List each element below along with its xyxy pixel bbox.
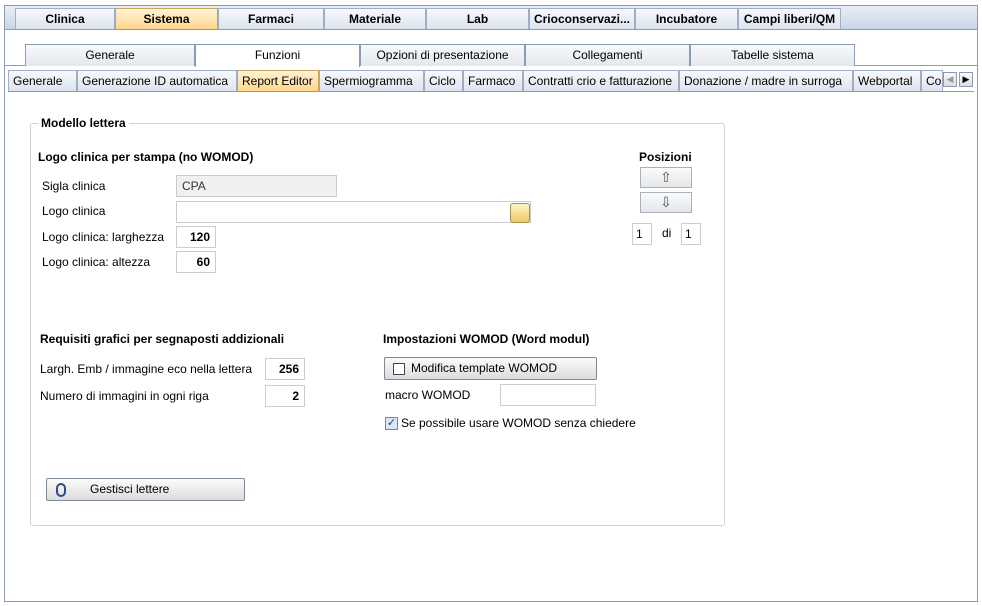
num-images-label: Numero di immagini in ogni riga <box>40 389 209 403</box>
tab-funzioni[interactable]: Funzioni <box>195 44 360 67</box>
position-total: 1 <box>681 223 701 245</box>
edit-womod-label: Modifica template WOMOD <box>411 361 558 375</box>
subtab-generazione-id[interactable]: Generazione ID automatica <box>77 70 237 91</box>
height-label: Logo clinica: altezza <box>42 255 151 269</box>
arrow-down-icon[interactable]: ⇩ <box>640 192 692 213</box>
womod-title: Impostazioni WOMOD (Word modul) <box>383 332 590 346</box>
checkbox-label: Se possibile usare WOMOD senza chiedere <box>401 416 636 430</box>
edit-womod-template-button[interactable]: Modifica template WOMOD <box>384 357 597 380</box>
tab-lab[interactable]: Lab <box>426 8 529 29</box>
subtab-ciclo[interactable]: Ciclo <box>424 70 463 91</box>
tab-crioconservazione[interactable]: Crioconservazi... <box>529 8 635 29</box>
subtab-webportal[interactable]: Webportal <box>853 70 921 91</box>
logo-label: Logo clinica <box>42 204 106 218</box>
subtab-donazione[interactable]: Donazione / madre in surroga <box>679 70 853 91</box>
position-current[interactable]: 1 <box>632 223 652 245</box>
clip-icon <box>56 483 66 497</box>
tab-collegamenti[interactable]: Collegamenti <box>525 44 690 66</box>
manage-letters-button[interactable]: Gestisci lettere <box>46 478 245 501</box>
manage-letters-label: Gestisci lettere <box>90 482 170 496</box>
logo-path-field[interactable] <box>176 201 531 223</box>
sigla-label: Sigla clinica <box>42 179 106 193</box>
tab-campi-liberi[interactable]: Campi liberi/QM <box>738 8 841 29</box>
position-of-label: di <box>662 226 672 240</box>
womod-auto-checkbox[interactable]: ✓ <box>385 417 398 430</box>
top-tab-bar: Clinica Sistema Farmaci Materiale Lab Cr… <box>5 6 977 30</box>
tab-tabelle-sistema[interactable]: Tabelle sistema <box>690 44 855 66</box>
tab-incubatore[interactable]: Incubatore <box>635 8 738 29</box>
emb-width-field[interactable]: 256 <box>265 358 305 380</box>
subtab-generale[interactable]: Generale <box>8 70 77 91</box>
emb-label: Largh. Emb / immagine eco nella lettera <box>40 362 253 376</box>
sigla-field[interactable]: CPA <box>176 175 337 197</box>
tab-farmaci[interactable]: Farmaci <box>218 8 324 29</box>
arrow-up-icon[interactable]: ⇧ <box>640 167 692 188</box>
macro-label: macro WOMOD <box>385 388 471 402</box>
width-label: Logo clinica: larghezza <box>42 230 165 244</box>
third-tab-bar: Generale Generazione ID automatica Repor… <box>8 70 974 92</box>
logo-width-field[interactable]: 120 <box>176 226 216 248</box>
group-title: Modello lettera <box>38 116 129 130</box>
tab-opzioni-presentazione[interactable]: Opzioni di presentazione <box>360 44 525 66</box>
tab-materiale[interactable]: Materiale <box>324 8 426 29</box>
subtab-spermiogramma[interactable]: Spermiogramma <box>319 70 424 91</box>
scroll-right-icon[interactable]: ▶ <box>959 72 973 87</box>
subtab-report-editor[interactable]: Report Editor <box>237 70 319 91</box>
letter-template-group <box>30 123 725 526</box>
subtab-farmaco[interactable]: Farmaco <box>463 70 523 91</box>
folder-open-icon[interactable] <box>510 203 530 223</box>
logo-section-title: Logo clinica per stampa (no WOMOD) <box>38 150 254 164</box>
scroll-left-icon[interactable]: ◀ <box>943 72 957 87</box>
requirements-title: Requisiti grafici per segnaposti addizio… <box>40 332 285 346</box>
macro-field[interactable] <box>500 384 596 406</box>
tab-generale[interactable]: Generale <box>25 44 195 66</box>
template-edit-icon <box>393 363 405 375</box>
logo-height-field[interactable]: 60 <box>176 251 216 273</box>
main-window: Clinica Sistema Farmaci Materiale Lab Cr… <box>4 5 978 602</box>
subtab-overflow[interactable]: Co <box>921 70 943 91</box>
positions-title: Posizioni <box>639 150 692 164</box>
tab-sistema[interactable]: Sistema <box>115 8 218 29</box>
tab-clinica[interactable]: Clinica <box>15 8 115 29</box>
num-images-field[interactable]: 2 <box>265 385 305 407</box>
subtab-contratti-crio[interactable]: Contratti crio e fatturazione <box>523 70 679 91</box>
